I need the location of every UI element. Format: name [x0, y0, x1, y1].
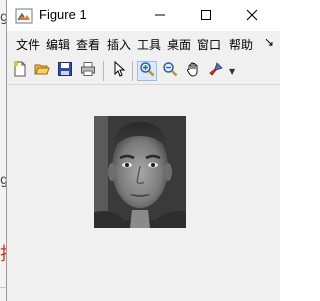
save-icon — [57, 61, 73, 81]
pan-button[interactable] — [183, 61, 203, 81]
zoom-in-button[interactable] — [137, 61, 157, 81]
open-file-button[interactable] — [32, 61, 52, 81]
zoom-out-icon — [162, 61, 178, 81]
menu-view[interactable]: 查看 — [76, 36, 100, 53]
brush-button[interactable] — [206, 61, 226, 81]
new-figure-icon — [12, 61, 28, 81]
menu-window[interactable]: 窗口 — [197, 36, 221, 53]
maximize-button[interactable] — [183, 0, 229, 31]
menu-desktop[interactable]: 桌面 — [167, 36, 191, 53]
title-bar[interactable]: Figure 1 — [7, 0, 280, 31]
matlab-figure-icon — [15, 7, 33, 25]
print-button[interactable] — [78, 61, 98, 81]
figure-canvas[interactable] — [7, 85, 280, 301]
menu-bar: 文件 编辑 查看 插入 工具 桌面 窗口 帮助 ↘ — [7, 33, 280, 55]
zoom-out-button[interactable] — [160, 61, 180, 81]
minimize-icon — [154, 6, 166, 25]
new-figure-button[interactable] — [10, 61, 30, 81]
menu-tools[interactable]: 工具 — [137, 36, 161, 53]
menu-edit[interactable]: 编辑 — [46, 36, 70, 53]
menu-insert[interactable]: 插入 — [107, 36, 131, 53]
close-icon — [246, 6, 258, 25]
edit-plot-button[interactable] — [109, 60, 129, 81]
minimize-button[interactable] — [137, 0, 183, 31]
grayscale-face-portrait-image — [94, 116, 186, 228]
toolbar-separator — [132, 61, 133, 81]
toolbar-separator — [103, 61, 104, 81]
edit-plot-arrow-icon — [111, 60, 127, 81]
toolbar: ▼ — [7, 57, 280, 85]
open-folder-icon — [34, 61, 50, 81]
brush-dropdown-chevron-icon[interactable]: ▼ — [229, 67, 235, 76]
menu-file[interactable]: 文件 — [16, 36, 40, 53]
menu-overflow-chevron[interactable]: ↘ — [264, 35, 274, 49]
close-button[interactable] — [229, 0, 275, 31]
pan-hand-icon — [185, 61, 201, 81]
window-title: Figure 1 — [39, 7, 87, 22]
data-cursor-brush-icon — [208, 61, 224, 81]
zoom-in-icon — [139, 61, 155, 81]
save-button[interactable] — [55, 61, 75, 81]
menu-help[interactable]: 帮助 — [229, 36, 253, 53]
maximize-icon — [200, 6, 212, 25]
print-icon — [80, 61, 96, 81]
figure-window: Figure 1 文件 编辑 查看 插入 工具 桌面 窗口 帮助 ↘ ▼ — [6, 0, 280, 301]
